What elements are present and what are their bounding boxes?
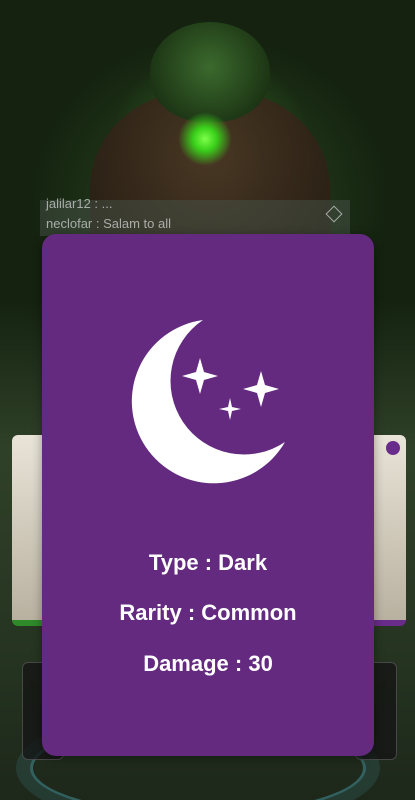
card-type-label: Type : Dark [148,550,268,575]
chat-message: neclofar : Salam to all [46,216,172,231]
chat-panel[interactable]: jalilar12 : ... neclofar : Salam to all [40,196,350,236]
monster-head-art [150,22,270,122]
chat-message: jalilar12 : ... [46,196,113,211]
moon-stars-icon [131,320,285,484]
card-rarity-label: Rarity : Common [119,600,297,625]
card-detail-modal[interactable]: Type : Dark Rarity : Common Damage : 30 [42,234,374,756]
chat-toggle-icon[interactable] [325,205,343,223]
card-damage-label: Damage : 30 [143,651,273,676]
dark-type-icon [386,441,400,455]
monster-glow [178,112,232,166]
